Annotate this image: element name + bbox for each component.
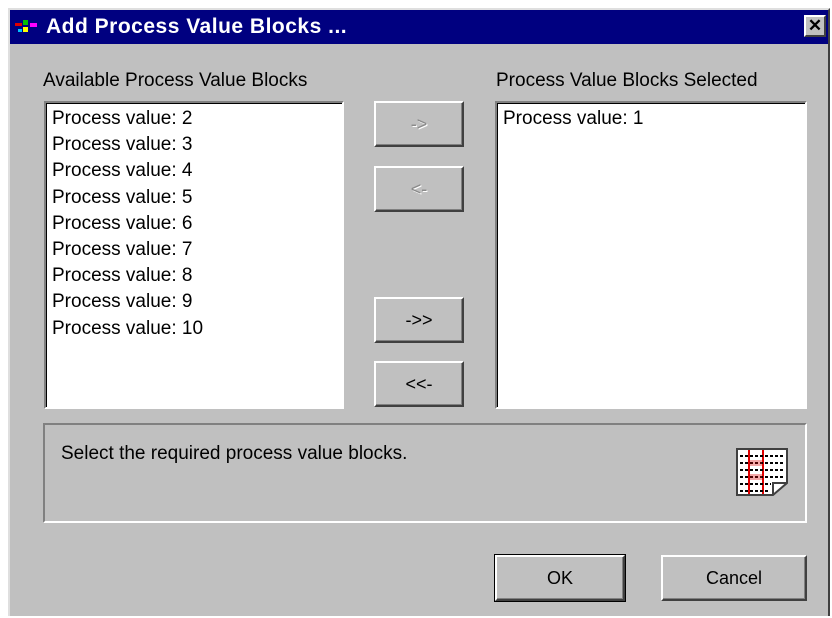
info-panel: Select the required process value blocks… xyxy=(43,423,807,523)
add-process-value-blocks-dialog: Add Process Value Blocks ... ✕ Available… xyxy=(8,8,830,616)
list-item[interactable]: Process value: 8 xyxy=(52,263,336,289)
list-item[interactable]: Process value: 4 xyxy=(52,158,336,184)
window-title: Add Process Value Blocks ... xyxy=(46,15,348,38)
remove-all-button[interactable]: <<- xyxy=(374,361,464,407)
process-list-icon xyxy=(735,447,789,497)
selected-list[interactable]: Process value: 1 xyxy=(495,101,807,409)
info-text: Select the required process value blocks… xyxy=(61,443,408,464)
add-button[interactable]: -> xyxy=(374,101,464,147)
selected-list-label: Process Value Blocks Selected xyxy=(496,70,758,91)
remove-button[interactable]: <- xyxy=(374,166,464,212)
add-all-button[interactable]: ->> xyxy=(374,297,464,343)
close-icon: ✕ xyxy=(807,16,823,35)
list-item[interactable]: Process value: 6 xyxy=(52,211,336,237)
ok-button[interactable]: OK xyxy=(494,554,626,602)
app-icon xyxy=(14,17,42,37)
list-item[interactable]: Process value: 1 xyxy=(503,106,799,132)
list-item[interactable]: Process value: 5 xyxy=(52,185,336,211)
list-item[interactable]: Process value: 7 xyxy=(52,237,336,263)
list-item[interactable]: Process value: 9 xyxy=(52,289,336,315)
cancel-button[interactable]: Cancel xyxy=(661,555,807,601)
list-item[interactable]: Process value: 2 xyxy=(52,106,336,132)
available-list-label: Available Process Value Blocks xyxy=(43,70,308,91)
close-button[interactable]: ✕ xyxy=(804,15,826,37)
list-item[interactable]: Process value: 10 xyxy=(52,316,336,342)
available-list[interactable]: Process value: 2 Process value: 3 Process … xyxy=(44,101,344,409)
list-item[interactable]: Process value: 3 xyxy=(52,132,336,158)
title-bar[interactable]: Add Process Value Blocks ... ✕ xyxy=(10,10,828,44)
